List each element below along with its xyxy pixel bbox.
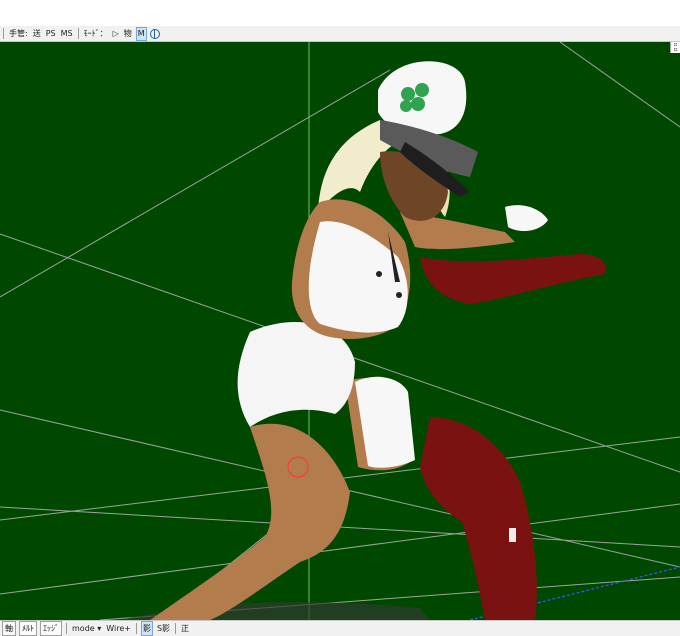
ms-button[interactable]: MS [60, 27, 74, 41]
statusbar-separator [66, 623, 67, 634]
shadow-button[interactable]: 影 [140, 621, 153, 636]
3d-viewport[interactable]: ▫ ▫ [0, 42, 680, 620]
grid-line [559, 42, 680, 128]
play-button[interactable]: ▷ [112, 27, 120, 41]
right-leg-wrap [420, 417, 537, 620]
garment-button [376, 271, 382, 277]
axis-button[interactable]: 軸 [2, 621, 16, 636]
bottom-toolbar: 軸 ﾒﾙﾄ ｴｯｼﾞ mode ▾ Wire+ 影 S影 正 [0, 620, 680, 636]
leg-strap-buckle [509, 528, 516, 542]
top-toolbar: 手管: 送 PS MS ﾓｰﾄﾞ： ▷ 物 M [0, 26, 680, 42]
physics-button[interactable]: 物 [123, 27, 133, 41]
mode-label: ﾓｰﾄﾞ： [83, 28, 108, 38]
viewport-scene [0, 42, 680, 620]
left-glove [505, 205, 548, 232]
melt-button[interactable]: ﾒﾙﾄ [19, 621, 37, 636]
mode-select-label: mode [72, 624, 95, 633]
mode-select[interactable]: mode ▾ [71, 622, 102, 635]
app-window: 手管: 送 PS MS ﾓｰﾄﾞ： ▷ 物 M ▫ ▫ 軸 ﾒﾙﾄ ｴｯｼﾞ m… [0, 0, 680, 636]
toolbar-label-prefix: 手管: [9, 28, 28, 38]
wire-button[interactable]: Wire+ [105, 622, 132, 635]
viewport-corner-widget[interactable]: ▫ ▫ [670, 42, 680, 53]
right-arm-sleeve [420, 254, 607, 304]
local-global-toggle-icon[interactable] [149, 28, 160, 39]
ps-button[interactable]: PS [45, 27, 57, 41]
front-view-button[interactable]: 正 [180, 622, 190, 635]
statusbar-separator [175, 623, 177, 634]
self-shadow-button[interactable]: S影 [156, 622, 171, 635]
toolbar-separator [3, 28, 4, 39]
toolbar-separator [77, 28, 79, 39]
garment-button [396, 292, 402, 298]
m-button[interactable]: M [135, 26, 147, 41]
statusbar-separator [135, 623, 137, 634]
send-button[interactable]: 送 [32, 27, 42, 41]
edge-button[interactable]: ｴｯｼﾞ [40, 621, 62, 636]
window-top-area [0, 0, 680, 26]
